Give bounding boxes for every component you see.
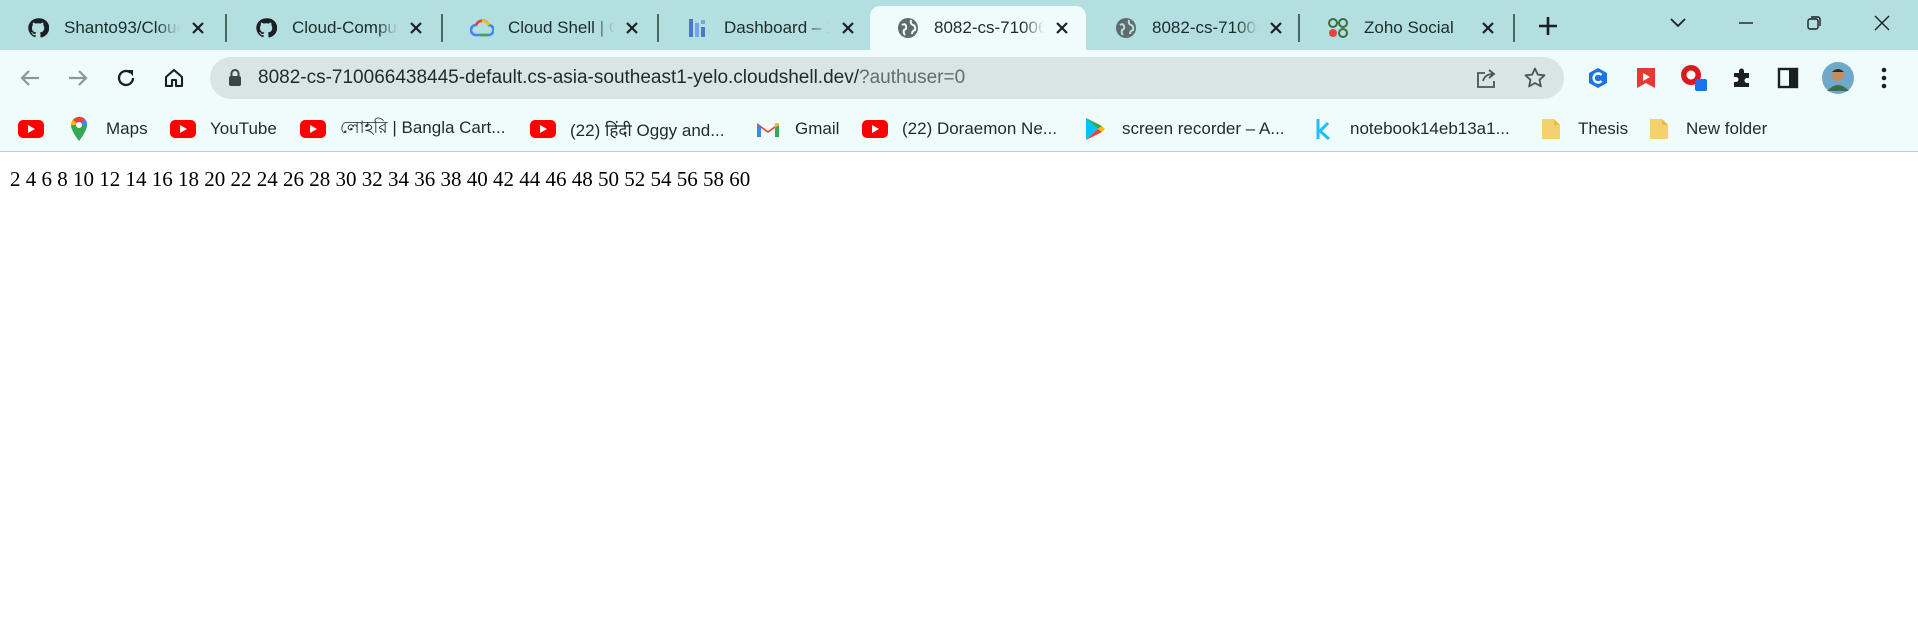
bookmark-bangla-cartoon[interactable]: লোহরি | Bangla Cart... [300,116,505,142]
folder-icon [1538,116,1564,142]
address-bar[interactable]: 8082-cs-710066438445-default.cs-asia-sou… [210,57,1564,99]
tab-search-button[interactable] [1648,6,1708,40]
bookmark-label: screen recorder – A... [1122,119,1285,138]
bookmark-label: Gmail [795,119,840,138]
side-panel-icon[interactable] [1772,62,1804,94]
zoho-social-icon [1326,16,1350,40]
share-icon[interactable] [1474,65,1500,91]
tab-dashboard[interactable]: Dashboard – 1 [660,6,872,50]
close-tab-icon[interactable] [186,16,210,40]
github-icon [254,16,278,40]
play-store-icon [1082,116,1108,142]
tab-8082-cs[interactable]: 8082-cs-710066438445 [1088,6,1300,50]
youtube-icon [170,116,196,142]
extension-recorder-icon[interactable] [1678,62,1710,94]
url-main: 8082-cs-710066438445-default.cs-asia-sou… [258,67,859,88]
tab-shanto93-cloud-computing[interactable]: Shanto93/Cloud-Computing [0,6,222,50]
tab-title: Shanto93/Cloud-Computing [64,18,180,37]
close-window-button[interactable] [1852,6,1912,40]
bookmark-star-icon[interactable] [1522,65,1548,91]
bookmark-gmail[interactable]: Gmail [755,116,839,142]
youtube-icon [18,116,44,142]
maps-icon [66,116,92,142]
extension-play-bookmark-icon[interactable] [1630,62,1662,94]
bookmark-label: notebook14eb13a1... [1350,119,1510,138]
bookmark-label: YouTube [210,119,277,138]
url-text: 8082-cs-710066438445-default.cs-asia-sou… [258,67,965,89]
tab-strip: Shanto93/Cloud-Computing Cloud-Computing… [0,0,1918,50]
youtube-icon [300,116,326,142]
extensions-puzzle-icon[interactable] [1726,62,1758,94]
tab-separator [1513,14,1515,42]
bookmark-label: (22) Doraemon Ne... [902,119,1057,138]
close-tab-icon[interactable] [1476,16,1500,40]
home-button[interactable] [158,62,190,94]
kaggle-icon [1310,116,1336,142]
bookmark-oggy[interactable]: (22) हिंदी Oggy and... [530,116,724,142]
bookmark-maps[interactable]: Maps [66,116,148,142]
bookmark-label: New folder [1686,119,1768,138]
restore-button[interactable] [1784,6,1844,40]
url-query: ?authuser=0 [859,67,966,88]
folder-icon [1646,116,1672,142]
close-tab-icon[interactable] [1264,16,1288,40]
bookmark-kaggle-notebook[interactable]: notebook14eb13a1... [1310,116,1510,142]
bookmark-screen-recorder[interactable]: screen recorder – A... [1082,116,1285,142]
tab-cloud-computing[interactable]: Cloud-Computing [228,6,440,50]
tab-separator [441,14,443,42]
close-tab-icon[interactable] [620,16,644,40]
bookmark-label: Thesis [1578,119,1629,138]
tab-8082-cs-active[interactable]: 8082-cs-710066438445 [870,6,1086,50]
bookmarks-bar: Maps YouTube লোহরি | Bangla Cart... (22)… [0,106,1918,152]
new-tab-button[interactable] [1532,10,1564,42]
tab-separator [225,14,227,42]
bookmark-label: লোহরি | Bangla Cart... [340,118,506,137]
youtube-icon [530,116,556,142]
tab-separator [657,14,659,42]
forward-button[interactable] [62,62,94,94]
close-tab-icon[interactable] [836,16,860,40]
globe-icon [1114,16,1138,40]
bookmark-youtube[interactable]: YouTube [170,116,277,142]
reload-button[interactable] [110,62,142,94]
browser-menu-icon[interactable] [1868,62,1900,94]
close-tab-icon[interactable] [1050,16,1074,40]
lock-icon[interactable] [226,68,246,88]
tab-title: Cloud-Computing [292,18,398,37]
tab-cloud-shell[interactable]: Cloud Shell | Google Cloud [444,6,656,50]
browser-toolbar: 8082-cs-710066438445-default.cs-asia-sou… [0,50,1918,106]
tab-title: Cloud Shell | Google Cloud [508,18,614,37]
tab-title: Dashboard – 1 [724,18,830,37]
close-tab-icon[interactable] [404,16,428,40]
github-icon [26,16,50,40]
tab-zoho-social[interactable]: Zoho Social [1300,6,1512,50]
profile-avatar[interactable] [1820,60,1856,96]
page-output-text: 2 4 6 8 10 12 14 16 18 20 22 24 26 28 30… [10,167,751,191]
dashboard-icon [686,16,710,40]
bookmark-doraemon[interactable]: (22) Doraemon Ne... [862,116,1057,142]
tab-title: Zoho Social [1364,18,1454,37]
tab-title: 8082-cs-710066438445 [934,18,1044,37]
tab-title: 8082-cs-710066438445 [1152,18,1258,37]
bookmark-folder-thesis[interactable]: Thesis [1538,116,1628,142]
bookmark-label: Maps [106,119,148,138]
google-cloud-icon [470,16,494,40]
youtube-icon [862,116,888,142]
bookmark-youtube-icon-only[interactable] [18,116,44,142]
bookmark-label: (22) हिंदी Oggy and... [570,120,725,140]
gmail-icon [755,116,781,142]
bookmark-folder-new-folder[interactable]: New folder [1646,116,1767,142]
back-button[interactable] [14,62,46,94]
extension-c-icon[interactable] [1582,62,1614,94]
globe-icon [896,16,920,40]
minimize-button[interactable] [1716,6,1776,40]
